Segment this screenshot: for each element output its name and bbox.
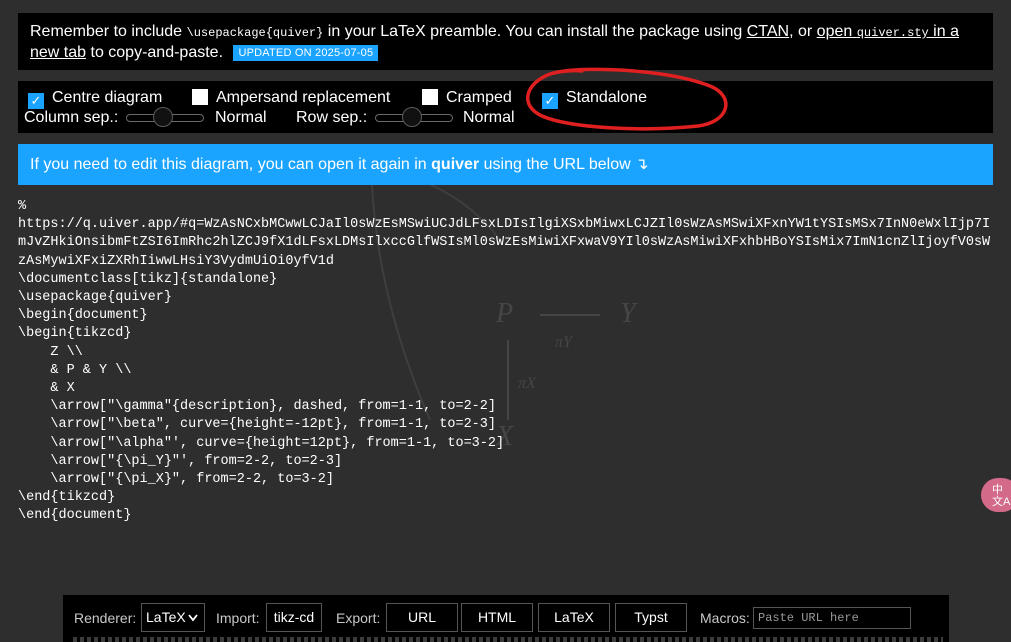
export-html-button[interactable]: HTML [461, 603, 533, 632]
export-url-button[interactable]: URL [386, 603, 458, 632]
centre-diagram-checkbox[interactable]: ✓ [28, 93, 44, 109]
standalone-label: Standalone [566, 89, 647, 106]
centre-diagram-option[interactable]: ✓ Centre diagram [28, 89, 163, 109]
notice-text: , or [789, 23, 817, 40]
cramped-checkbox[interactable] [422, 89, 438, 105]
notice-text: in your LaTeX preamble. You can install … [323, 23, 747, 40]
import-label: Import: [216, 610, 260, 626]
translate-icon-line: 中 [992, 484, 1003, 496]
row-sep-label: Row sep.: [296, 109, 368, 126]
info-text: If you need to edit this diagram, you ca… [30, 156, 432, 173]
chevron-down-icon [188, 614, 198, 622]
edit-info-banner: If you need to edit this diagram, you ca… [18, 144, 993, 185]
notice-text: to copy-and-paste. [86, 44, 224, 61]
ctan-link[interactable]: CTAN [747, 23, 789, 40]
column-sep-slider-handle[interactable] [153, 107, 173, 127]
column-sep-label: Column sep.: [24, 109, 119, 126]
column-sep-slider[interactable] [126, 107, 204, 127]
ampersand-replacement-option[interactable]: Ampersand replacement [192, 89, 390, 107]
renderer-select[interactable]: LaTeX [141, 603, 205, 632]
renderer-label: Renderer: [74, 610, 137, 626]
latex-code-output[interactable]: % https://q.uiver.app/#q=WzAsNCxbMCwwLCJ… [18, 198, 993, 526]
import-tikzcd-button[interactable]: tikz-cd [266, 603, 322, 632]
export-options-panel: ✓ Centre diagram Ampersand replacement Cr… [18, 81, 993, 133]
standalone-checkbox[interactable]: ✓ [542, 93, 558, 109]
translate-icon-line: 文A [992, 496, 1011, 508]
row-sep-value: Normal [463, 109, 515, 126]
renderer-value: LaTeX [146, 609, 186, 625]
export-latex-button[interactable]: LaTeX [538, 603, 610, 632]
row-sep-slider-handle[interactable] [402, 107, 422, 127]
cramped-option[interactable]: Cramped [422, 89, 512, 107]
standalone-option[interactable]: ✓ Standalone [542, 89, 647, 109]
updated-badge: UPDATED ON 2025-07-05 [233, 45, 379, 61]
notice-text: Remember to include [30, 23, 187, 40]
bottom-toolbar: Renderer: LaTeX Import: tikz-cd Export: … [63, 595, 949, 642]
quiver-name: quiver [431, 156, 480, 173]
centre-diagram-label: Centre diagram [52, 89, 163, 106]
row-sep-slider[interactable] [375, 107, 453, 127]
info-text: using the URL below [479, 156, 636, 173]
ampersand-replacement-checkbox[interactable] [192, 89, 208, 105]
cramped-label: Cramped [446, 89, 512, 106]
column-sep-value: Normal [215, 109, 267, 126]
translate-button[interactable]: 中 文A [981, 478, 1011, 512]
macros-label: Macros: [700, 610, 750, 626]
usepackage-code: \usepackage{quiver} [186, 26, 324, 40]
toolbar-overflow-edge [73, 637, 943, 642]
down-arrow-icon: ↴ [635, 156, 649, 173]
ampersand-replacement-label: Ampersand replacement [216, 89, 391, 106]
export-typst-button[interactable]: Typst [615, 603, 687, 632]
macros-url-input[interactable]: Paste URL here [753, 607, 911, 629]
sty-filename: quiver.sty [856, 26, 929, 40]
export-label: Export: [336, 610, 381, 626]
package-notice: Remember to include \usepackage{quiver} … [18, 13, 993, 70]
